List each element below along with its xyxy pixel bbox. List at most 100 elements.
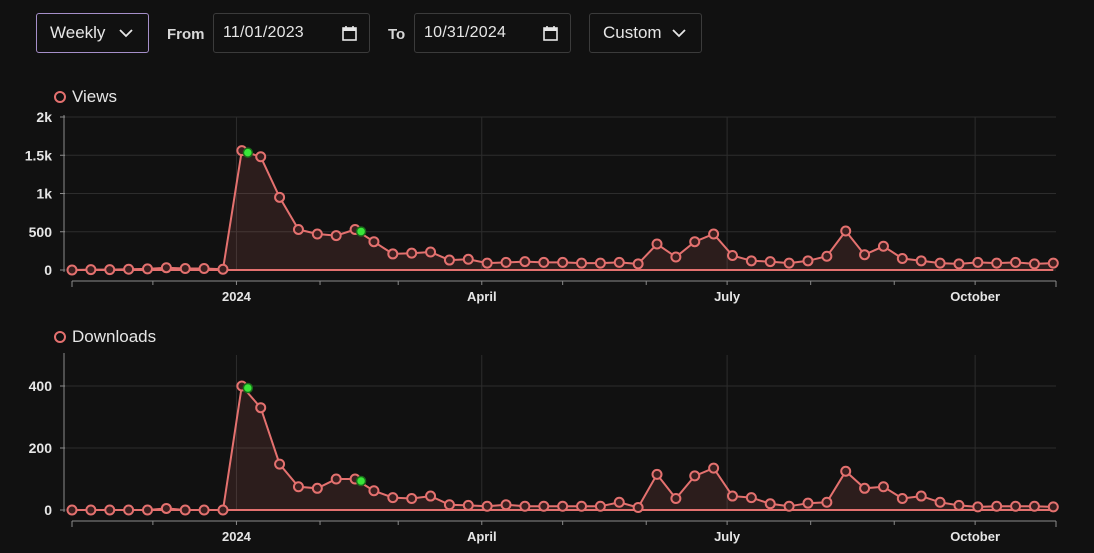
- data-point: [217, 504, 229, 516]
- data-point: [274, 191, 286, 203]
- data-point: [1028, 258, 1040, 270]
- y-tick-label: 2k: [36, 109, 52, 125]
- highlighted-point: [355, 475, 367, 487]
- highlighted-point: [242, 382, 254, 394]
- data-point: [123, 263, 135, 275]
- data-point: [330, 230, 342, 242]
- data-point: [689, 236, 701, 248]
- data-point: [670, 493, 682, 505]
- data-point: [160, 262, 172, 274]
- data-point: [179, 504, 191, 516]
- data-point: [859, 249, 871, 261]
- data-point: [217, 263, 229, 275]
- data-point: [443, 499, 455, 511]
- series-area: [72, 150, 1054, 270]
- x-tick-label: April: [467, 529, 497, 544]
- views-chart: 0 500 1k 1.5k 2k 2024 April July October: [25, 109, 1059, 304]
- data-point: [802, 255, 814, 267]
- data-point: [953, 499, 965, 511]
- data-point: [406, 247, 418, 259]
- charts-canvas: 0 500 1k 1.5k 2k 2024 April July October 0 200 400 2…: [25, 109, 1059, 544]
- data-point: [972, 256, 984, 268]
- downloads-chart: 0 200 400 2024 April July October: [29, 353, 1059, 544]
- data-point: [934, 496, 946, 508]
- data-point: [519, 256, 531, 268]
- highlighted-point: [242, 147, 254, 158]
- y-tick-label: 0: [44, 262, 52, 278]
- data-point: [764, 498, 776, 510]
- y-tick-label: 200: [29, 440, 53, 456]
- data-point: [915, 255, 927, 267]
- data-point: [519, 500, 531, 512]
- data-point: [613, 256, 625, 268]
- data-point: [443, 254, 455, 266]
- data-point: [915, 490, 927, 502]
- data-point: [1028, 500, 1040, 512]
- data-point: [500, 256, 512, 268]
- data-point: [85, 504, 97, 516]
- data-point: [632, 502, 644, 514]
- data-point: [557, 500, 569, 512]
- data-point: [85, 264, 97, 276]
- data-point: [821, 496, 833, 508]
- data-point: [745, 492, 757, 504]
- data-point: [632, 258, 644, 270]
- data-point: [576, 500, 588, 512]
- data-point: [557, 256, 569, 268]
- data-point: [859, 482, 871, 494]
- data-point: [141, 263, 153, 275]
- data-point: [802, 497, 814, 509]
- data-point: [255, 402, 267, 414]
- data-point: [1047, 501, 1059, 513]
- data-point: [425, 490, 437, 502]
- data-point: [764, 256, 776, 268]
- data-point: [991, 257, 1003, 269]
- data-point: [387, 492, 399, 504]
- data-point: [66, 264, 78, 276]
- data-point: [576, 257, 588, 269]
- data-point: [425, 246, 437, 258]
- y-tick-label: 400: [29, 378, 53, 394]
- data-point: [481, 500, 493, 512]
- data-point: [141, 504, 153, 516]
- data-point: [538, 256, 550, 268]
- data-point: [500, 499, 512, 511]
- data-point: [368, 485, 380, 497]
- data-point: [1010, 500, 1022, 512]
- data-point: [387, 248, 399, 260]
- data-point: [594, 500, 606, 512]
- data-point: [745, 255, 757, 267]
- data-point: [877, 240, 889, 252]
- y-tick-label: 1k: [36, 186, 52, 202]
- x-tick-label: April: [467, 289, 497, 304]
- data-point: [877, 481, 889, 493]
- data-point: [481, 257, 493, 269]
- data-point: [179, 262, 191, 274]
- data-point: [726, 490, 738, 502]
- data-point: [292, 481, 304, 493]
- data-point: [198, 262, 210, 274]
- data-point: [160, 502, 172, 514]
- data-point: [896, 493, 908, 505]
- x-tick-label: July: [714, 529, 741, 544]
- data-point: [972, 501, 984, 513]
- data-point: [821, 250, 833, 262]
- data-point: [896, 253, 908, 265]
- data-point: [1010, 256, 1022, 268]
- data-point: [726, 249, 738, 261]
- data-point: [708, 228, 720, 240]
- data-point: [991, 500, 1003, 512]
- data-point: [66, 504, 78, 516]
- data-point: [406, 493, 418, 505]
- y-tick-label: 1.5k: [25, 147, 52, 163]
- data-point: [840, 225, 852, 237]
- data-point: [651, 238, 663, 250]
- series-line: [71, 149, 1054, 271]
- data-point: [311, 482, 323, 494]
- data-point: [123, 504, 135, 516]
- data-point: [462, 499, 474, 511]
- data-point: [651, 468, 663, 480]
- data-point: [255, 151, 267, 163]
- data-point: [708, 462, 720, 474]
- x-tick-label: 2024: [222, 289, 252, 304]
